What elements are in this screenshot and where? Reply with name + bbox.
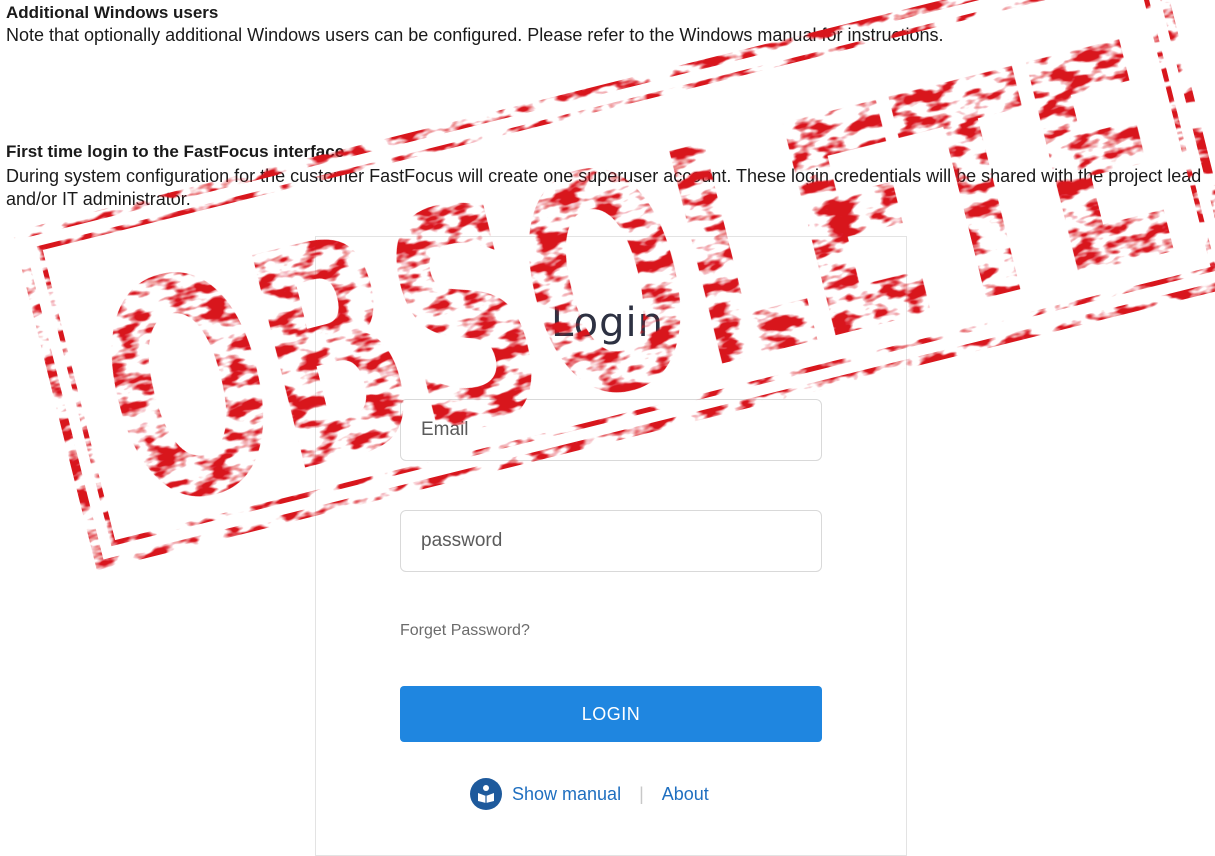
login-footer: Show manual | About	[470, 776, 709, 812]
link-separator: |	[639, 783, 644, 804]
manual-book-icon[interactable]	[470, 778, 502, 810]
section-text-windows-users: Note that optionally additional Windows …	[6, 25, 944, 45]
login-button[interactable]: LOGIN	[400, 686, 822, 742]
email-field[interactable]	[400, 399, 822, 461]
section-heading-windows-users: Additional Windows users	[6, 3, 219, 22]
section-text-first-login: During system configuration for the cust…	[6, 166, 1202, 209]
section-heading-first-login: First time login to the FastFocus interf…	[6, 142, 345, 161]
password-field[interactable]	[400, 510, 822, 572]
forgot-password-link[interactable]: Forget Password?	[400, 622, 530, 640]
about-link[interactable]: About	[662, 784, 709, 805]
login-title: Login	[551, 300, 664, 346]
show-manual-link[interactable]: Show manual	[512, 784, 621, 805]
